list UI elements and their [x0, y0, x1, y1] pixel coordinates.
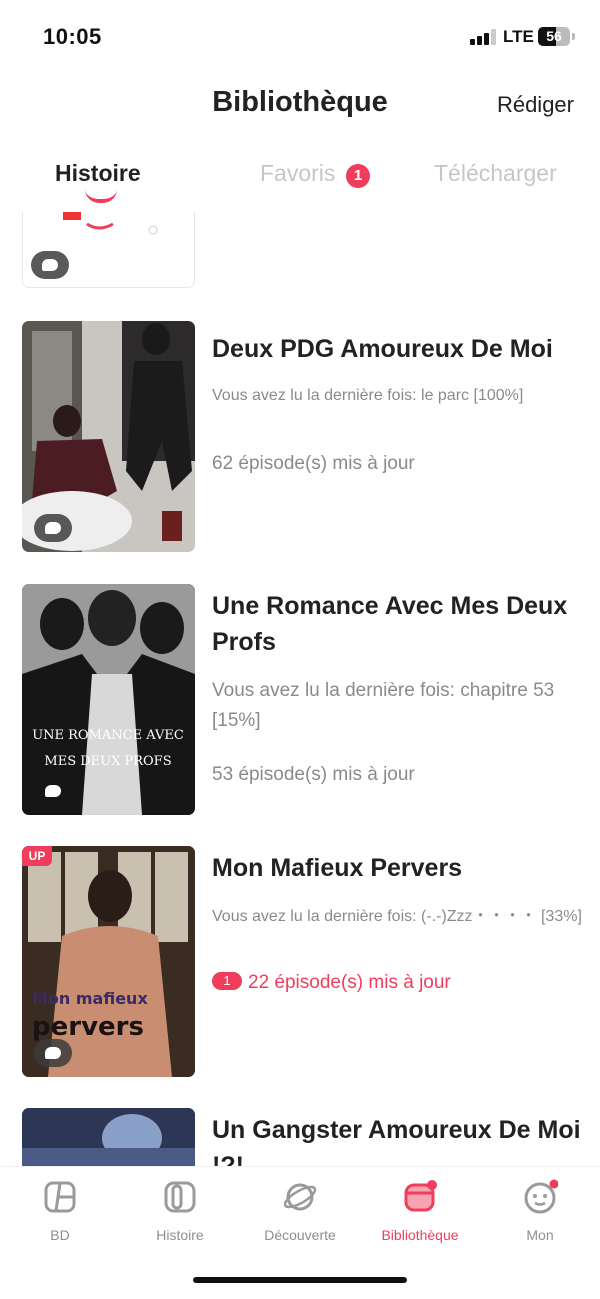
cover-text: MES DEUX PROFS	[44, 754, 171, 769]
nav-label: Bibliothèque	[381, 1227, 459, 1243]
battery-level: 56	[546, 28, 562, 44]
comment-icon	[34, 1039, 72, 1067]
compose-button[interactable]: Rédiger	[497, 92, 574, 118]
profile-face-icon	[524, 1179, 558, 1214]
item-progress: Vous avez lu la dernière fois: (-.-)Zzz・…	[212, 908, 582, 925]
cover-image[interactable]	[22, 321, 195, 552]
tab-history[interactable]: Histoire	[55, 160, 141, 187]
comic-book-icon	[44, 1181, 76, 1213]
nav-item-bibliotheque[interactable]: Bibliothèque	[360, 1179, 480, 1243]
item-progress: Vous avez lu la dernière fois: le parc […	[212, 387, 524, 404]
comment-icon	[34, 777, 72, 805]
list-item-partial[interactable]	[0, 212, 600, 290]
signal-icon	[470, 29, 496, 45]
cover-image[interactable]: UNE ROMANCE AVEC MES DEUX PROFS	[22, 584, 195, 815]
item-updates: 62 épisode(s) mis à jour	[212, 453, 415, 474]
cover-text: pervers	[32, 1012, 144, 1042]
nav-item-histoire[interactable]: Histoire	[120, 1179, 240, 1243]
nav-label: Mon	[526, 1227, 554, 1243]
item-title[interactable]: Mon Mafieux Pervers	[212, 850, 582, 886]
comment-icon	[31, 251, 69, 279]
new-episodes-badge: 1	[212, 972, 242, 990]
active-tab-indicator	[85, 189, 117, 203]
nav-label: Découverte	[264, 1227, 336, 1243]
nav-item-mon[interactable]: Mon	[480, 1179, 600, 1243]
item-updates-text: 22 épisode(s) mis à jour	[248, 972, 451, 993]
cover-image[interactable]	[22, 212, 195, 288]
item-updates: 1 22 épisode(s) mis à jour	[212, 972, 451, 994]
list-item[interactable]: Mon mafieux pervers UP Mon Mafieux Perve…	[0, 846, 600, 1086]
list-item[interactable]: Deux PDG Amoureux De Moi Vous avez lu la…	[0, 321, 600, 561]
planet-icon	[283, 1183, 317, 1211]
nav-item-decouverte[interactable]: Découverte	[240, 1179, 360, 1243]
battery-tip	[572, 33, 575, 40]
library-icon	[404, 1180, 437, 1212]
item-title[interactable]: Un Gangster Amoureux De Moi !?!	[212, 1112, 582, 1166]
item-title[interactable]: Une Romance Avec Mes Deux Profs	[212, 588, 582, 660]
nav-label: Histoire	[156, 1227, 204, 1243]
status-time: 10:05	[43, 24, 102, 49]
favorites-count-badge: 1	[346, 164, 370, 188]
book-icon	[164, 1181, 196, 1213]
cover-image[interactable]: Mon mafieux pervers UP	[22, 846, 195, 1077]
list-item[interactable]: UNE ROMANCE AVEC MES DEUX PROFS Une Roma…	[0, 584, 600, 824]
item-updates: 53 épisode(s) mis à jour	[212, 764, 415, 785]
battery-icon: 56	[538, 27, 570, 46]
nav-label: BD	[50, 1227, 70, 1243]
status-bar: 10:05 LTE 56	[0, 0, 600, 70]
tab-favorites[interactable]: Favoris	[260, 160, 335, 187]
cover-image[interactable]	[22, 1108, 195, 1166]
network-type: LTE	[503, 27, 534, 46]
comment-icon	[34, 514, 72, 542]
item-title[interactable]: Deux PDG Amoureux De Moi	[212, 331, 582, 367]
list-item[interactable]: Un Gangster Amoureux De Moi !?!	[0, 1108, 600, 1166]
cover-text: Mon mafieux	[32, 989, 148, 1008]
cover-text: UNE ROMANCE AVEC	[32, 728, 184, 743]
nav-item-bd[interactable]: BD	[0, 1179, 120, 1243]
home-indicator[interactable]	[193, 1277, 407, 1283]
tab-download[interactable]: Télécharger	[434, 160, 557, 187]
history-list[interactable]: Deux PDG Amoureux De Moi Vous avez lu la…	[0, 212, 600, 1166]
up-badge: UP	[22, 846, 52, 866]
item-progress: Vous avez lu la dernière fois: chapitre …	[212, 680, 555, 731]
